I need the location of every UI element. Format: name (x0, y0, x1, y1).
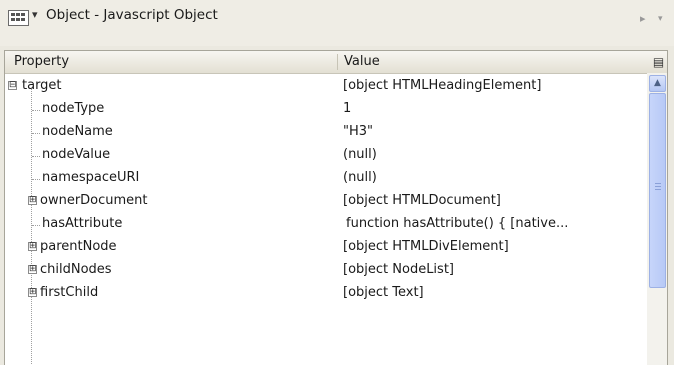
tree-row-nodename[interactable]: nodeName "H3" (5, 121, 647, 144)
tree-connector (32, 133, 40, 134)
property-value: (null) (343, 170, 377, 185)
expand-icon[interactable]: ⊞ (28, 288, 37, 297)
tree-row-ownerdocument[interactable]: ⊞ ownerDocument [object HTMLDocument] (5, 190, 647, 213)
property-name: hasAttribute (42, 216, 123, 231)
property-value: "H3" (343, 124, 374, 139)
collapse-icon[interactable]: ⊟ (8, 81, 17, 90)
grip-line (655, 189, 661, 190)
scroll-thumb[interactable] (649, 93, 666, 288)
object-title: Object - Javascript Object (46, 7, 218, 23)
grid-header: Property Value ▤ (5, 51, 667, 74)
tree-row-nodetype[interactable]: nodeType 1 (5, 98, 647, 121)
property-name: parentNode (40, 239, 117, 254)
property-grid: Property Value ▤ ⊟ target [object HTMLHe… (4, 50, 668, 365)
property-value: function hasAttribute() { [native... (346, 216, 569, 231)
property-value: [object Text] (343, 285, 424, 300)
view-dropdown-icon[interactable]: ▾ (32, 8, 38, 21)
tree-row-namespaceuri[interactable]: namespaceURI (null) (5, 167, 647, 190)
scroll-up-icon[interactable]: ▲ (649, 75, 666, 92)
tree-connector (32, 225, 40, 226)
toolbar: ▾ Object - Javascript Object ▸ ▾ (0, 0, 674, 46)
value-column-header[interactable]: Value (344, 54, 380, 69)
expand-icon[interactable]: ⊞ (28, 196, 37, 205)
property-name: ownerDocument (40, 193, 148, 208)
tree-row-target[interactable]: ⊟ target [object HTMLHeadingElement] (5, 75, 647, 98)
property-name: childNodes (40, 262, 112, 277)
expand-icon[interactable]: ⊞ (28, 242, 37, 251)
tree-row-parentnode[interactable]: ⊞ parentNode [object HTMLDivElement] (5, 236, 647, 259)
property-value: [object NodeList] (343, 262, 454, 277)
property-name: nodeValue (42, 147, 111, 162)
options-dropdown-icon[interactable]: ▾ (658, 14, 663, 24)
column-separator[interactable] (337, 54, 338, 70)
tree-connector (32, 179, 40, 180)
property-column-header[interactable]: Property (14, 54, 69, 69)
property-value: (null) (343, 147, 377, 162)
tree-connector (32, 156, 40, 157)
property-value: [object HTMLDocument] (343, 193, 501, 208)
vertical-scrollbar[interactable]: ▲ (647, 73, 667, 365)
property-value: [object HTMLDivElement] (343, 239, 509, 254)
property-name: namespaceURI (42, 170, 140, 185)
grip-line (655, 183, 661, 184)
tree-row-firstchild[interactable]: ⊞ firstChild [object Text] (5, 282, 647, 305)
property-name: target (22, 78, 62, 93)
property-value: [object HTMLHeadingElement] (343, 78, 542, 93)
grid-view-icon[interactable] (8, 10, 29, 26)
property-name: firstChild (40, 285, 99, 300)
grip-line (655, 186, 661, 187)
property-value: 1 (343, 101, 352, 116)
tree-row-childnodes[interactable]: ⊞ childNodes [object NodeList] (5, 259, 647, 282)
tree-connector (32, 110, 40, 111)
expand-icon[interactable]: ⊞ (28, 265, 37, 274)
panel-options-icon[interactable]: ▤ (648, 51, 667, 73)
forward-arrow-icon[interactable]: ▸ (640, 12, 646, 25)
tree-row-nodevalue[interactable]: nodeValue (null) (5, 144, 647, 167)
property-name: nodeName (42, 124, 113, 139)
tree-row-hasattribute[interactable]: hasAttribute function hasAttribute() { [… (5, 213, 647, 236)
property-name: nodeType (42, 101, 105, 116)
